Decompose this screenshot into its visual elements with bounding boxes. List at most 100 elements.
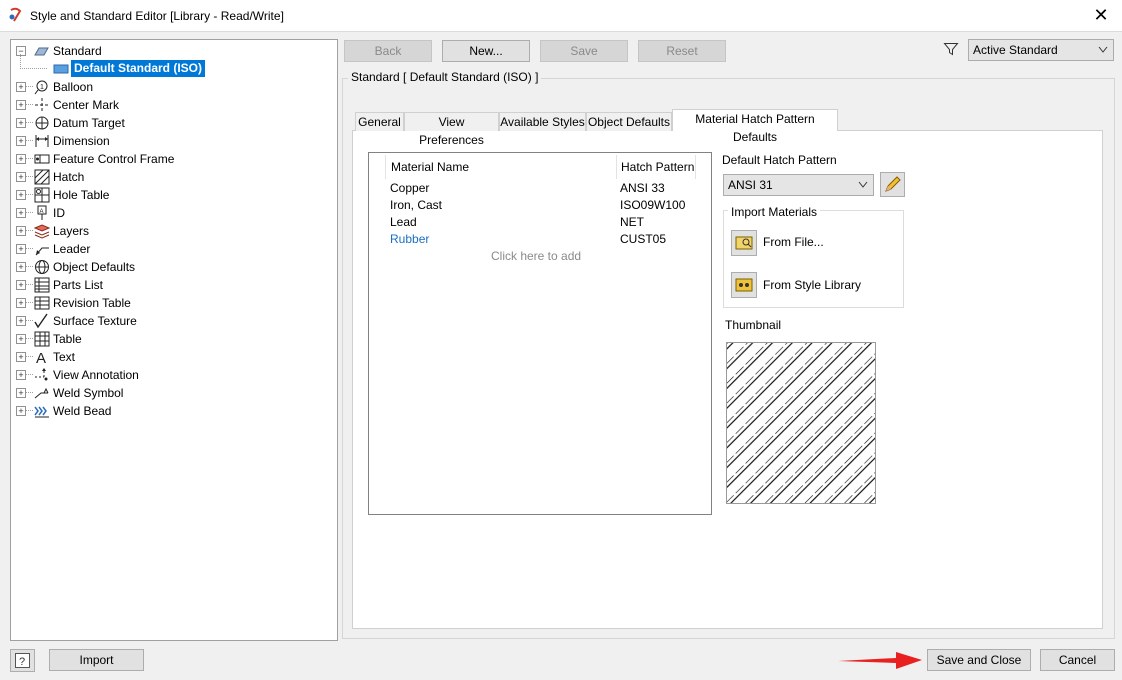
group-title: Standard [ Default Standard (ISO) ] bbox=[348, 70, 542, 84]
tree-item-weld-symbol[interactable]: + Weld Symbol bbox=[11, 384, 331, 402]
tree-item-label: Hole Table bbox=[53, 188, 110, 202]
expand-icon[interactable]: + bbox=[16, 208, 26, 218]
from-file-button[interactable] bbox=[731, 230, 757, 256]
hatch-pattern-cell: ISO09W100 bbox=[620, 198, 686, 212]
reset-button[interactable]: Reset bbox=[638, 40, 726, 62]
app-icon bbox=[9, 7, 22, 22]
tree-item-surface-texture[interactable]: + Surface Texture bbox=[11, 312, 331, 330]
standard-filter-dropdown[interactable]: Active Standard bbox=[968, 39, 1114, 61]
tab-general[interactable]: General bbox=[355, 112, 404, 131]
tree-connector bbox=[26, 158, 33, 159]
expand-icon[interactable]: + bbox=[16, 172, 26, 182]
tree-item-datum-target[interactable]: + Datum Target bbox=[11, 114, 331, 132]
tree-item-text[interactable]: + A Text bbox=[11, 348, 331, 366]
table-row[interactable]: Copper ANSI 33 bbox=[369, 181, 709, 198]
table-row[interactable]: Rubber CUST05 bbox=[369, 232, 709, 249]
tree-item-label: Text bbox=[53, 350, 76, 364]
expand-icon[interactable]: + bbox=[16, 136, 26, 146]
weld-symbol-icon bbox=[34, 387, 49, 399]
tree-item-label: Leader bbox=[53, 242, 91, 256]
tree-connector bbox=[26, 410, 33, 411]
expand-icon[interactable]: + bbox=[16, 352, 26, 362]
table-row[interactable]: Lead NET bbox=[369, 215, 709, 232]
default-hatch-dropdown[interactable]: ANSI 31 bbox=[723, 174, 874, 196]
tree-connector bbox=[26, 86, 33, 87]
expand-icon[interactable]: + bbox=[16, 100, 26, 110]
import-button[interactable]: Import bbox=[49, 649, 144, 671]
tree-connector bbox=[26, 140, 33, 141]
tab-view-preferences[interactable]: View Preferences bbox=[404, 112, 499, 147]
tree-item-balloon[interactable]: +1 Balloon bbox=[11, 78, 331, 96]
help-button[interactable]: ? bbox=[10, 649, 35, 672]
tree-connector bbox=[26, 320, 33, 321]
from-style-library-label[interactable]: From Style Library bbox=[763, 278, 861, 292]
click-to-add-hint[interactable]: Click here to add bbox=[491, 249, 581, 263]
tree-item-hole-table[interactable]: + Hole Table bbox=[11, 186, 331, 204]
expand-icon[interactable]: + bbox=[16, 370, 26, 380]
expand-icon[interactable]: + bbox=[16, 190, 26, 200]
style-tree[interactable]: − Standard Default Standard (ISO) +1 Ball… bbox=[10, 39, 338, 641]
default-hatch-value: ANSI 31 bbox=[728, 178, 773, 192]
close-icon[interactable]: ✕ bbox=[1090, 4, 1112, 26]
tree-item-hatch[interactable]: + Hatch bbox=[11, 168, 331, 186]
expand-icon[interactable]: + bbox=[16, 154, 26, 164]
hatch-pattern-cell: CUST05 bbox=[620, 232, 667, 246]
tree-connector bbox=[26, 230, 33, 231]
tree-item-label: View Annotation bbox=[53, 368, 139, 382]
back-button[interactable]: Back bbox=[344, 40, 432, 62]
from-file-label[interactable]: From File... bbox=[763, 235, 824, 249]
tab-material-hatch-pattern-defaults[interactable]: Material Hatch Pattern Defaults bbox=[672, 109, 838, 144]
tree-item-view-annotation[interactable]: + View Annotation bbox=[11, 366, 331, 384]
chevron-down-icon bbox=[1098, 46, 1108, 53]
save-and-close-button[interactable]: Save and Close bbox=[927, 649, 1031, 671]
tree-item-object-defaults[interactable]: + Object Defaults bbox=[11, 258, 331, 276]
expand-icon[interactable]: + bbox=[16, 316, 26, 326]
expand-icon[interactable]: + bbox=[16, 262, 26, 272]
expand-icon[interactable]: + bbox=[16, 298, 26, 308]
expand-icon[interactable]: + bbox=[16, 226, 26, 236]
tree-item-label: Revision Table bbox=[53, 296, 131, 310]
tree-item-label: Datum Target bbox=[53, 116, 125, 130]
expand-icon[interactable]: + bbox=[16, 244, 26, 254]
tree-connector bbox=[26, 122, 33, 123]
tree-item-label: Parts List bbox=[53, 278, 104, 292]
tree-item-revision-table[interactable]: + Revision Table bbox=[11, 294, 331, 312]
material-list[interactable]: Material Name Hatch Pattern Copper ANSI 3… bbox=[368, 152, 712, 515]
tree-connector bbox=[26, 248, 33, 249]
material-name-cell: Lead bbox=[390, 215, 417, 229]
tree-item-id[interactable]: + A ID bbox=[11, 204, 331, 222]
tree-item-center-mark[interactable]: + Center Mark bbox=[11, 96, 331, 114]
column-header-hatch-pattern[interactable]: Hatch Pattern bbox=[621, 160, 694, 174]
tree-item-feature-control-frame[interactable]: + Feature Control Frame bbox=[11, 150, 331, 168]
edit-hatch-button[interactable] bbox=[880, 172, 905, 197]
tree-item-parts-list[interactable]: + Parts List bbox=[11, 276, 331, 294]
tree-item-dimension[interactable]: + Dimension bbox=[11, 132, 331, 150]
tab-object-defaults[interactable]: Object Defaults bbox=[586, 112, 672, 131]
expand-icon[interactable]: + bbox=[16, 334, 26, 344]
default-hatch-label: Default Hatch Pattern bbox=[722, 153, 837, 167]
expand-icon[interactable]: + bbox=[16, 406, 26, 416]
tree-connector bbox=[26, 212, 33, 213]
tree-item-layers[interactable]: + Layers bbox=[11, 222, 331, 240]
cancel-button[interactable]: Cancel bbox=[1040, 649, 1115, 671]
expand-icon[interactable]: + bbox=[16, 388, 26, 398]
tree-item-weld-bead[interactable]: + Weld Bead bbox=[11, 402, 331, 420]
column-header-material-name[interactable]: Material Name bbox=[391, 160, 469, 174]
expand-icon[interactable]: + bbox=[16, 280, 26, 290]
tab-available-styles[interactable]: Available Styles bbox=[499, 112, 586, 131]
svg-text:?: ? bbox=[19, 656, 25, 668]
tree-item-label: Dimension bbox=[53, 134, 110, 148]
new-button[interactable]: New... bbox=[442, 40, 530, 62]
title-bar: Style and Standard Editor [Library - Rea… bbox=[0, 0, 1122, 32]
tree-selected-label: Default Standard (ISO) bbox=[71, 60, 206, 77]
save-button[interactable]: Save bbox=[540, 40, 628, 62]
table-row[interactable]: Iron, Cast ISO09W100 bbox=[369, 198, 709, 215]
tree-item-leader[interactable]: + Leader bbox=[11, 240, 331, 258]
expand-icon[interactable]: + bbox=[16, 118, 26, 128]
from-style-library-button[interactable] bbox=[731, 272, 757, 298]
tree-item-default-standard[interactable]: Default Standard (ISO) bbox=[11, 54, 331, 78]
help-icon: ? bbox=[15, 653, 30, 668]
tree-item-table[interactable]: + Table bbox=[11, 330, 331, 348]
tree-connector bbox=[26, 392, 33, 393]
expand-icon[interactable]: + bbox=[16, 82, 26, 92]
